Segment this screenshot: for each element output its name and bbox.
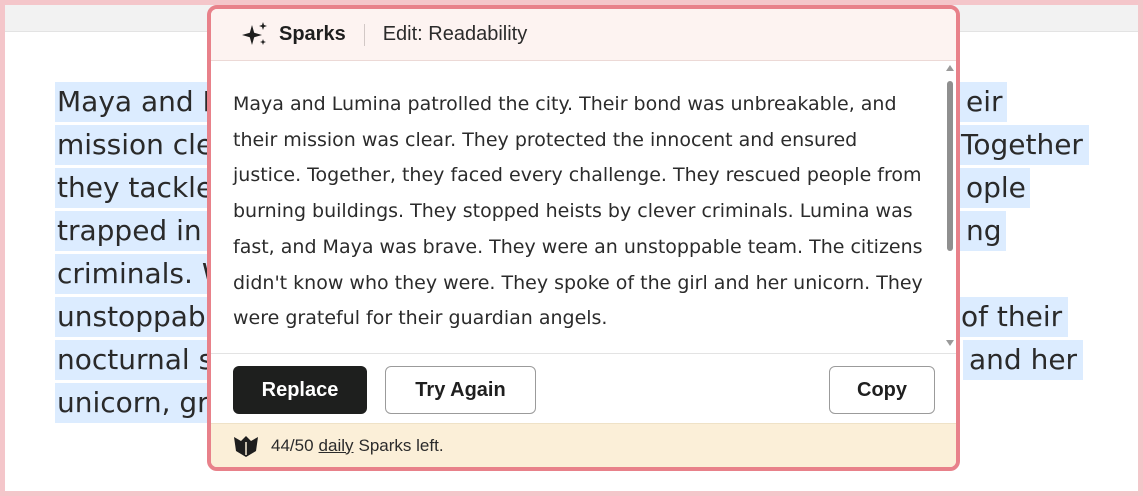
sparkle-icon xyxy=(241,21,269,49)
doc-line-left: they tackle xyxy=(55,168,218,208)
doc-fragment: ople xyxy=(960,168,1030,208)
header-divider xyxy=(363,23,365,46)
scroll-down-arrow-icon[interactable] xyxy=(946,340,954,346)
doc-line-left: unicorn, gra xyxy=(55,383,230,423)
doc-fragment: of their xyxy=(955,297,1069,337)
scroll-thumb[interactable] xyxy=(947,81,953,251)
doc-line-left: Maya and L xyxy=(55,82,223,122)
popup-header: Sparks Edit: Readability xyxy=(211,9,956,61)
action-bar: Replace Try Again Copy xyxy=(211,355,956,427)
sparks-quota-footer: 44/50 daily Sparks left. xyxy=(211,423,956,467)
quota-count: 44/50 xyxy=(271,435,314,455)
doc-fragment: and her xyxy=(963,340,1084,380)
scrollbar[interactable] xyxy=(944,63,956,348)
doc-line-left: trapped in b xyxy=(55,211,233,251)
quota-suffix: Sparks left. xyxy=(358,435,444,455)
doc-line-left: nocturnal s xyxy=(55,340,218,380)
scroll-up-arrow-icon[interactable] xyxy=(946,65,954,71)
doc-right-fragments: eir Together ople ng of their and her xyxy=(955,80,1135,381)
doc-fragment: eir xyxy=(960,82,1007,122)
daily-link[interactable]: daily xyxy=(319,436,354,456)
doc-line-left: mission cle xyxy=(55,125,218,165)
bird-logo-icon xyxy=(233,433,259,459)
replace-button[interactable]: Replace xyxy=(233,366,367,414)
suggestion-text: Maya and Lumina patrolled the city. Thei… xyxy=(233,93,923,330)
doc-fragment: ng xyxy=(960,211,1006,251)
copy-button[interactable]: Copy xyxy=(829,366,935,414)
sparks-popup: Sparks Edit: Readability Maya and Lumina… xyxy=(207,5,960,471)
edit-mode-label: Edit: Readability xyxy=(382,23,528,45)
suggestion-body[interactable]: Maya and Lumina patrolled the city. Thei… xyxy=(211,61,956,354)
brand-name: Sparks xyxy=(279,23,346,45)
doc-line-left: unstoppabl xyxy=(55,297,218,337)
try-again-button[interactable]: Try Again xyxy=(385,366,536,414)
doc-fragment: Together xyxy=(955,125,1089,165)
